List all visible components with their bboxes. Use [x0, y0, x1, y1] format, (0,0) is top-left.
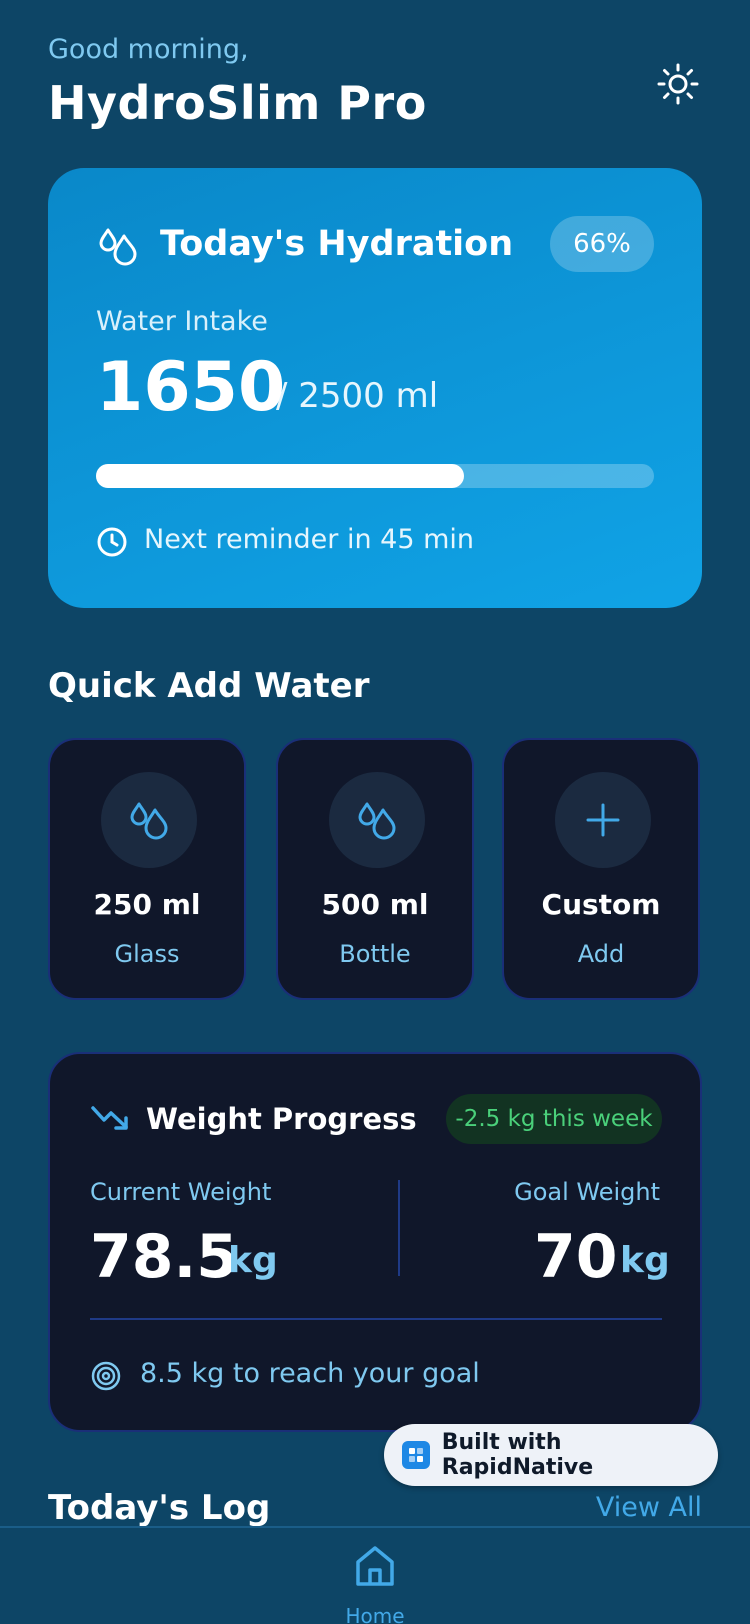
current-weight-unit: kg	[228, 1240, 278, 1281]
current-weight-label: Current Weight	[90, 1178, 272, 1206]
target-icon	[91, 1361, 121, 1391]
greeting-text: Good morning,	[48, 34, 249, 65]
bottom-navigation: Home	[0, 1526, 750, 1624]
home-screen: Good morning, HydroSlim Pro Today's Hydr…	[0, 0, 750, 1624]
view-all-link[interactable]: View All	[596, 1492, 702, 1523]
hydration-title: Today's Hydration	[160, 224, 514, 264]
quick-add-icon-circle	[555, 772, 651, 868]
hydration-progress-bar	[96, 464, 654, 488]
quick-add-amount: Custom	[541, 888, 661, 921]
goal-weight-value: 70	[534, 1222, 618, 1292]
quick-add-icon-circle	[101, 772, 197, 868]
hydration-progress-fill	[96, 464, 465, 488]
quick-add-label: Glass	[114, 940, 180, 968]
theme-toggle-button[interactable]	[650, 56, 706, 112]
water-intake-value: 1650	[96, 348, 286, 427]
app-title: HydroSlim Pro	[48, 76, 427, 130]
quick-add-amount: 500 ml	[321, 888, 429, 921]
quick-add-label: Bottle	[339, 940, 411, 968]
todays-log-title: Today's Log	[48, 1488, 271, 1528]
next-reminder-text: Next reminder in 45 min	[144, 524, 474, 555]
current-weight-value: 78.5	[90, 1222, 239, 1292]
weight-progress-card: Weight Progress -2.5 kg this week Curren…	[48, 1052, 702, 1432]
hydration-card: Today's Hydration 66% Water Intake 1650 …	[48, 168, 702, 608]
weight-section-divider	[90, 1318, 662, 1320]
weekly-change-badge: -2.5 kg this week	[446, 1094, 662, 1144]
built-with-badge[interactable]: Built with RapidNative	[384, 1424, 718, 1486]
built-with-text: Built with RapidNative	[441, 1430, 594, 1480]
quick-add-icon-circle	[329, 772, 425, 868]
quick-add-bottle-button[interactable]: 500 ml Bottle	[276, 738, 474, 1000]
hydration-percent-badge: 66%	[550, 216, 654, 272]
quick-add-custom-button[interactable]: Custom Add	[502, 738, 700, 1000]
weight-divider	[398, 1180, 400, 1276]
quick-add-label: Add	[577, 940, 625, 968]
goal-weight-label: Goal Weight	[514, 1178, 660, 1206]
plus-icon	[586, 803, 620, 837]
goal-remaining-text: 8.5 kg to reach your goal	[140, 1358, 480, 1389]
rapidnative-logo-icon	[402, 1441, 430, 1469]
water-drops-icon	[130, 802, 168, 840]
quick-add-amount: 250 ml	[93, 888, 201, 921]
home-icon	[356, 1546, 394, 1586]
nav-home-tab[interactable]: Home	[340, 1544, 410, 1624]
quick-add-title: Quick Add Water	[48, 666, 370, 706]
nav-home-label: Home	[345, 1604, 405, 1624]
water-intake-goal: / 2500 ml	[276, 376, 439, 416]
water-drops-icon	[99, 228, 137, 266]
goal-weight-unit: kg	[620, 1240, 670, 1281]
clock-icon	[97, 527, 127, 557]
weight-progress-title: Weight Progress	[146, 1102, 417, 1136]
sun-icon	[657, 63, 699, 105]
water-intake-label: Water Intake	[96, 306, 268, 337]
water-drops-icon	[358, 802, 396, 840]
quick-add-glass-button[interactable]: 250 ml Glass	[48, 738, 246, 1000]
trending-down-icon	[91, 1106, 128, 1130]
